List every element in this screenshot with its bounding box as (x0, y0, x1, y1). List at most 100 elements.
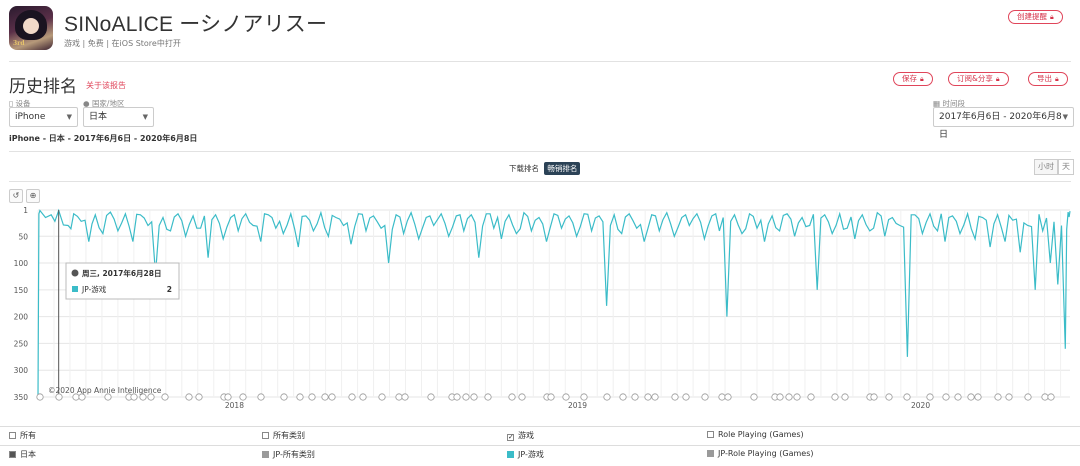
legend-rpg-toggle[interactable]: Role Playing (Games) (707, 430, 804, 439)
event-marker[interactable] (359, 393, 367, 401)
legend-series-games[interactable]: JP-游戏 (507, 449, 544, 460)
y-tick-label: 50 (18, 232, 28, 241)
event-marker[interactable] (580, 393, 588, 401)
chart-tooltip: 周三, 2017年6月28日 JP-游戏 2 (65, 262, 180, 300)
tooltip-value: 2 (167, 285, 172, 294)
app-meta[interactable]: 游戏 | 免费 | 在iOS Store中打开 (64, 38, 181, 49)
event-marker[interactable] (926, 393, 934, 401)
event-marker[interactable] (701, 393, 709, 401)
legend-series-all-categories[interactable]: JP-所有类别 (262, 449, 315, 460)
event-marker[interactable] (321, 393, 329, 401)
series-swatch (507, 451, 514, 458)
event-marker[interactable] (885, 393, 893, 401)
event-marker[interactable] (841, 393, 849, 401)
event-marker[interactable] (724, 393, 732, 401)
device-value: iPhone (15, 112, 46, 122)
event-marker[interactable] (484, 393, 492, 401)
event-marker[interactable] (750, 393, 758, 401)
event-marker[interactable] (518, 393, 526, 401)
app-icon-face (23, 18, 39, 34)
event-marker[interactable] (967, 393, 975, 401)
legend-games-toggle[interactable]: ✓ 游戏 (507, 430, 534, 441)
legend-country-row: 日本 JP-所有类别 JP-游戏 JP-Role Playing (Games) (0, 445, 1080, 463)
granularity-hour-button[interactable]: 小时 (1034, 159, 1058, 175)
event-marker[interactable] (942, 393, 950, 401)
event-marker[interactable] (776, 393, 784, 401)
checkbox-unchecked-icon (707, 431, 714, 438)
event-marker[interactable] (195, 393, 203, 401)
export-button[interactable]: 导出 🔒︎ (1028, 72, 1068, 86)
event-marker[interactable] (1041, 393, 1049, 401)
event-marker[interactable] (1024, 393, 1032, 401)
chevron-down-icon: ▼ (1062, 113, 1068, 121)
event-marker[interactable] (1047, 393, 1055, 401)
y-axis: 150100150200250300350 (14, 206, 29, 402)
event-marker[interactable] (1005, 393, 1013, 401)
lock-icon: 🔒︎ (995, 75, 1000, 83)
event-marker[interactable] (994, 393, 1002, 401)
event-marker[interactable] (508, 393, 516, 401)
event-marker[interactable] (903, 393, 911, 401)
event-marker[interactable] (378, 393, 386, 401)
legend-all-categories-toggle[interactable]: 所有类别 (262, 430, 305, 441)
event-marker[interactable] (296, 393, 304, 401)
event-marker[interactable] (257, 393, 265, 401)
event-marker[interactable] (462, 393, 470, 401)
event-marker[interactable] (562, 393, 570, 401)
legend-all-toggle[interactable]: 所有 (9, 430, 36, 441)
subscribe-share-button[interactable]: 订阅&分享 🔒︎ (948, 72, 1009, 86)
y-tick-label: 150 (14, 286, 29, 295)
chevron-down-icon: ▼ (66, 113, 72, 121)
event-marker[interactable] (308, 393, 316, 401)
lock-icon: 🔒︎ (1055, 75, 1059, 83)
event-marker[interactable] (185, 393, 193, 401)
event-marker[interactable] (954, 393, 962, 401)
rank-history-chart[interactable]: 150100150200250300350 2018 2019 2020 ©2020… (0, 200, 1080, 424)
event-marker[interactable] (224, 393, 232, 401)
event-marker[interactable] (974, 393, 982, 401)
event-marker[interactable] (161, 393, 169, 401)
event-marker[interactable] (671, 393, 679, 401)
event-marker[interactable] (453, 393, 461, 401)
save-label: 保存 (902, 74, 917, 83)
event-marker[interactable] (718, 393, 726, 401)
legend-all-categories-label: 所有类别 (273, 431, 305, 440)
legend-country-toggle[interactable]: 日本 (9, 449, 36, 460)
event-marker[interactable] (785, 393, 793, 401)
chevron-down-icon: ▼ (142, 113, 148, 121)
period-select[interactable]: 2017年6月6日 - 2020年6月8日 ▼ (933, 107, 1074, 140)
grossing-rank-tab[interactable]: 畅销排名 (544, 162, 581, 175)
event-marker[interactable] (547, 393, 555, 401)
download-rank-tab[interactable]: 下载排名 (506, 162, 542, 175)
event-marker[interactable] (36, 393, 44, 401)
device-select[interactable]: iPhone ▼ (9, 107, 78, 127)
about-report-link[interactable]: 关于该报告 (86, 80, 126, 91)
legend-games-label: 游戏 (518, 431, 534, 440)
event-marker[interactable] (619, 393, 627, 401)
event-marker[interactable] (793, 393, 801, 401)
event-marker[interactable] (280, 393, 288, 401)
event-marker[interactable] (328, 393, 336, 401)
event-marker[interactable] (682, 393, 690, 401)
event-marker[interactable] (644, 393, 652, 401)
event-marker[interactable] (651, 393, 659, 401)
granularity-day-button[interactable]: 天 (1058, 159, 1074, 175)
event-marker[interactable] (870, 393, 878, 401)
event-marker[interactable] (631, 393, 639, 401)
country-select[interactable]: 日本 ▼ (83, 107, 154, 127)
event-marker[interactable] (470, 393, 478, 401)
event-marker[interactable] (401, 393, 409, 401)
event-marker[interactable] (427, 393, 435, 401)
lock-icon: 🔒︎ (1050, 13, 1054, 21)
event-marker[interactable] (603, 393, 611, 401)
save-button[interactable]: 保存 🔒︎ (893, 72, 933, 86)
event-marker[interactable] (239, 393, 247, 401)
x-tick-label: 2018 (225, 401, 244, 410)
event-marker[interactable] (831, 393, 839, 401)
create-alert-button[interactable]: 创建提醒 🔒︎ (1008, 10, 1063, 24)
event-marker[interactable] (807, 393, 815, 401)
event-marker[interactable] (348, 393, 356, 401)
legend-series-rpg[interactable]: JP-Role Playing (Games) (707, 449, 814, 458)
checkbox-unchecked-icon (9, 432, 16, 439)
event-marker[interactable] (395, 393, 403, 401)
